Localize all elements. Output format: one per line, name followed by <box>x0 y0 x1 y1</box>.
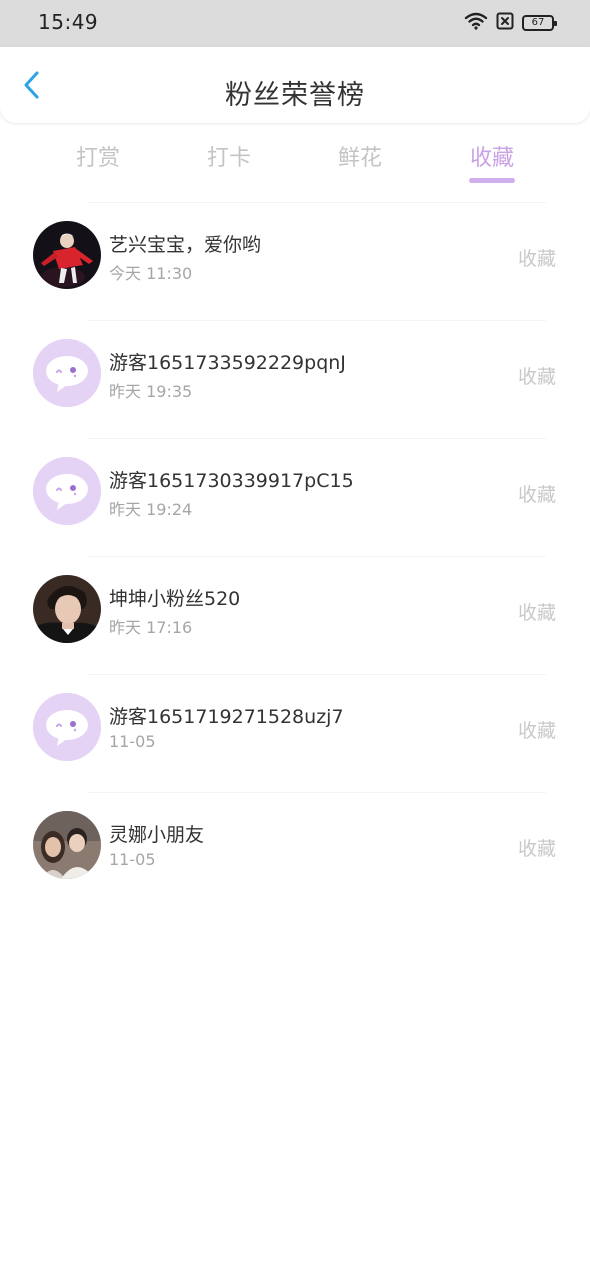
list-item[interactable]: 游客1651733592229pqnJ 昨天 19:35 收藏 <box>0 320 590 438</box>
favorite-label[interactable]: 收藏 <box>518 480 556 507</box>
favorite-label[interactable]: 收藏 <box>518 716 556 743</box>
fan-name: 游客1651730339917pC15 <box>109 470 354 492</box>
list-item[interactable]: 游客1651730339917pC15 昨天 19:24 收藏 <box>0 438 590 556</box>
favorite-label[interactable]: 收藏 <box>518 244 556 271</box>
list-item[interactable]: 灵娜小朋友 11-05 收藏 <box>0 792 590 910</box>
avatar[interactable] <box>33 693 101 761</box>
fan-time: 昨天 17:16 <box>109 618 193 637</box>
tab-checkin[interactable]: 打卡 <box>169 140 289 172</box>
fan-name: 坤坤小粉丝520 <box>109 588 241 610</box>
fan-name: 游客1651733592229pqnJ <box>109 352 346 374</box>
tab-bar: 打赏 打卡 鲜花 收藏 <box>0 140 590 188</box>
status-time: 15:49 <box>38 10 99 34</box>
favorite-label[interactable]: 收藏 <box>518 362 556 389</box>
tab-favorites[interactable]: 收藏 <box>432 140 552 172</box>
list-item[interactable]: 坤坤小粉丝520 昨天 17:16 收藏 <box>0 556 590 674</box>
tab-active-indicator <box>469 178 515 183</box>
status-icons: 67 <box>464 12 557 34</box>
avatar[interactable] <box>33 221 101 289</box>
list-item[interactable]: 艺兴宝宝，爱你哟 今天 11:30 收藏 <box>0 202 590 320</box>
wifi-icon <box>464 12 488 34</box>
avatar[interactable] <box>33 811 101 879</box>
fan-time: 昨天 19:24 <box>109 500 193 519</box>
fan-name: 艺兴宝宝，爱你哟 <box>109 234 262 256</box>
avatar[interactable] <box>33 575 101 643</box>
fan-name: 游客1651719271528uzj7 <box>109 706 344 728</box>
battery-icon: 67 <box>522 15 557 31</box>
favorite-label[interactable]: 收藏 <box>518 598 556 625</box>
status-bar: 15:49 67 <box>0 0 590 47</box>
header: 粉丝荣誉榜 <box>0 47 590 123</box>
fan-time: 今天 11:30 <box>109 264 193 283</box>
guest-chat-icon <box>33 457 101 525</box>
fan-list: 艺兴宝宝，爱你哟 今天 11:30 收藏 游客1651733592229pqnJ… <box>0 202 590 910</box>
sim-blocked-icon <box>496 12 514 34</box>
fan-time: 昨天 19:35 <box>109 382 193 401</box>
list-item[interactable]: 游客1651719271528uzj7 11-05 收藏 <box>0 674 590 792</box>
fan-time: 11-05 <box>109 850 156 869</box>
guest-chat-icon <box>33 339 101 407</box>
avatar[interactable] <box>33 457 101 525</box>
guest-chat-icon <box>33 693 101 761</box>
tab-reward[interactable]: 打赏 <box>38 140 158 172</box>
avatar[interactable] <box>33 339 101 407</box>
tab-flowers[interactable]: 鲜花 <box>300 140 420 172</box>
page-title: 粉丝荣誉榜 <box>225 80 365 111</box>
fan-time: 11-05 <box>109 732 156 751</box>
fan-name: 灵娜小朋友 <box>109 824 205 846</box>
favorite-label[interactable]: 收藏 <box>518 834 556 861</box>
